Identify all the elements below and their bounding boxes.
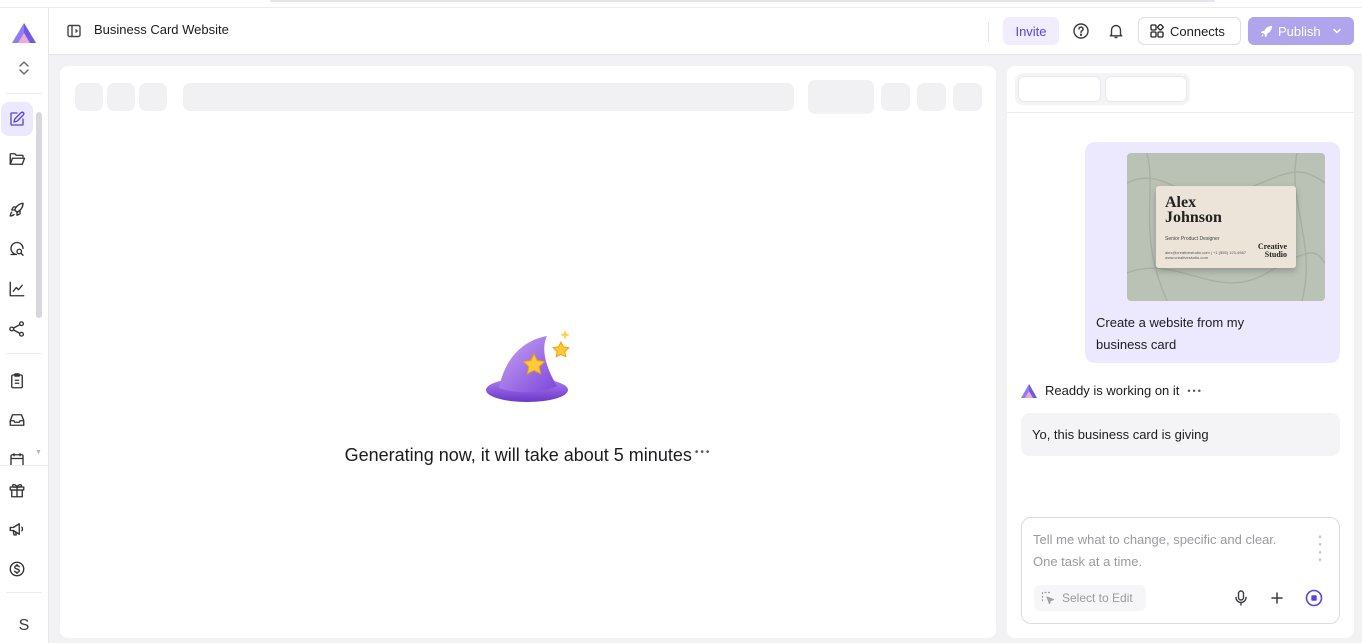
header-divider xyxy=(988,22,989,42)
skeleton-tool-button xyxy=(881,83,910,111)
tab-secondary[interactable] xyxy=(1105,76,1187,102)
stop-generation-icon[interactable] xyxy=(1305,589,1323,607)
sidebar-item-search-chat[interactable] xyxy=(6,239,28,261)
assistant-message-text: Yo, this business card is giving xyxy=(1032,427,1209,442)
notification-bell-icon[interactable] xyxy=(1107,22,1125,40)
folder-icon xyxy=(9,153,26,165)
plus-icon[interactable] xyxy=(1268,589,1286,607)
sidebar-item-announcements[interactable] xyxy=(6,518,28,540)
clipboard-icon xyxy=(11,373,23,389)
chart-icon xyxy=(9,281,25,297)
chevron-down-icon[interactable] xyxy=(1332,26,1342,36)
sidebar-item-projects[interactable] xyxy=(6,148,28,170)
help-icon[interactable] xyxy=(1072,22,1090,40)
loading-dots-icon: ••• xyxy=(694,447,712,458)
chat-tab-bar xyxy=(1015,73,1190,105)
message-input[interactable] xyxy=(1033,529,1303,575)
user-message-text: Create a website from my business card xyxy=(1096,315,1245,352)
skeleton-nav-button xyxy=(139,83,167,111)
top-header: Business Card Website Invite Connects Pu… xyxy=(49,8,1362,55)
sidebar-item-edit[interactable] xyxy=(1,102,33,136)
scroll-down-arrow-icon[interactable]: ▼ xyxy=(35,449,42,456)
panel-toggle-icon[interactable] xyxy=(66,23,82,39)
skeleton-nav-button xyxy=(75,83,103,111)
business-card-attachment[interactable]: Alex Johnson Senior Product Designer ale… xyxy=(1127,153,1325,301)
readdy-logo[interactable] xyxy=(11,22,37,44)
sidebar-item-inbox[interactable] xyxy=(6,409,28,431)
publish-button[interactable]: Publish xyxy=(1248,17,1354,45)
dollar-icon xyxy=(9,561,25,577)
rocket-icon xyxy=(9,202,24,217)
assistant-status: Readdy is working on it ••• xyxy=(1021,383,1203,398)
workspace-switch-icon[interactable] xyxy=(16,58,32,78)
user-message-bubble: Alex Johnson Senior Product Designer ale… xyxy=(1085,142,1340,363)
skeleton-device-toggle xyxy=(808,80,874,114)
generation-status-text: Generating now, it will take about 5 min… xyxy=(344,445,692,465)
cursor-select-icon xyxy=(1041,591,1055,605)
sidebar-item-tasks[interactable] xyxy=(6,370,28,392)
sidebar-divider xyxy=(6,353,42,354)
sidebar-item-integrations[interactable] xyxy=(6,318,28,340)
sidebar-item-analytics[interactable] xyxy=(6,278,28,300)
tab-chat[interactable] xyxy=(1018,76,1101,102)
project-title: Business Card Website xyxy=(94,22,229,37)
publish-label: Publish xyxy=(1278,23,1321,39)
preview-panel: Generating now, it will take about 5 min… xyxy=(60,66,996,638)
sidebar-divider xyxy=(6,93,42,94)
assistant-message-bubble: Yo, this business card is giving xyxy=(1021,413,1340,456)
top-strip-bar xyxy=(270,0,1215,2)
gift-icon xyxy=(9,483,25,498)
skeleton-tool-button xyxy=(917,83,946,111)
microphone-icon[interactable] xyxy=(1232,589,1250,607)
megaphone-icon xyxy=(9,523,24,536)
card-role: Senior Product Designer xyxy=(1165,236,1220,242)
connects-label: Connects xyxy=(1170,23,1225,39)
card-company: Creative Studio xyxy=(1257,242,1287,259)
sidebar-item-launch[interactable] xyxy=(6,199,28,221)
readdy-logo-icon xyxy=(1021,383,1037,398)
invite-button[interactable]: Invite xyxy=(1003,17,1059,45)
grid-apps-icon xyxy=(1150,24,1164,38)
business-card: Alex Johnson Senior Product Designer ale… xyxy=(1156,186,1296,268)
browser-top-strip xyxy=(0,0,1362,8)
rocket-icon xyxy=(1260,25,1273,37)
input-scrollbar[interactable]: ▲ ● ● ▼ xyxy=(1315,533,1325,565)
message-composer: ▲●●▼ Select to Edit xyxy=(1021,517,1340,624)
inbox-icon xyxy=(9,414,25,426)
sidebar-divider xyxy=(6,592,42,593)
tab-divider xyxy=(1007,112,1354,113)
sidebar-item-billing[interactable] xyxy=(6,558,28,580)
sidebar-scroll-thumb[interactable] xyxy=(36,112,42,318)
skeleton-nav-button xyxy=(107,83,135,111)
left-sidebar: ▼ S xyxy=(0,8,49,643)
select-to-edit-button[interactable]: Select to Edit xyxy=(1034,585,1146,611)
chat-panel: Alex Johnson Senior Product Designer ale… xyxy=(1007,66,1354,638)
typing-dots-icon: ••• xyxy=(1187,385,1203,396)
skeleton-tool-button xyxy=(953,83,982,111)
user-avatar[interactable]: S xyxy=(11,613,37,639)
sidebar-item-rewards[interactable] xyxy=(6,479,28,501)
skeleton-url-bar xyxy=(183,83,794,111)
edit-icon xyxy=(10,111,25,126)
card-contact: alex@creativestudio.com | +1 (555) 123-4… xyxy=(1165,250,1247,260)
generation-status: Generating now, it will take about 5 min… xyxy=(60,445,996,466)
assistant-status-text: Readdy is working on it xyxy=(1045,383,1180,398)
share-icon xyxy=(9,321,25,337)
card-name: Alex Johnson xyxy=(1165,194,1222,226)
search-chat-icon xyxy=(10,241,24,256)
connects-button[interactable]: Connects xyxy=(1138,17,1241,45)
select-to-edit-label: Select to Edit xyxy=(1062,591,1133,605)
wizard-hat-icon xyxy=(486,330,570,402)
